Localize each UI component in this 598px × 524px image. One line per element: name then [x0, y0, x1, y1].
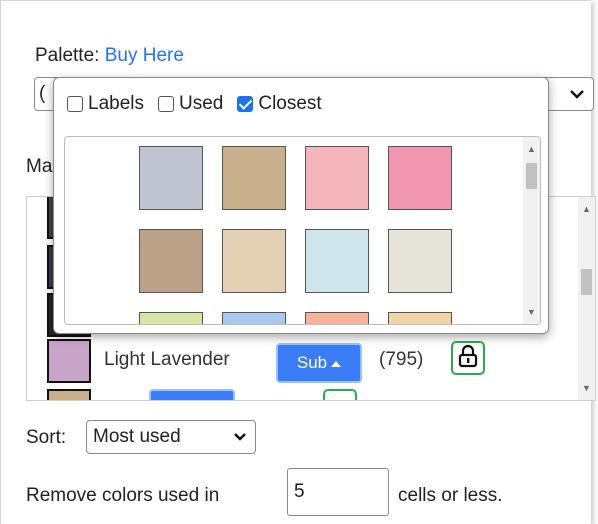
- color-swatch[interactable]: [139, 312, 203, 324]
- color-name: Light Lavender: [104, 349, 230, 370]
- color-swatch[interactable]: [139, 229, 203, 293]
- remove-threshold-input[interactable]: 5: [287, 468, 389, 516]
- palette-header: Palette: Buy Here: [35, 45, 184, 67]
- color-picker-popup: Labels Used Closest ▲ ▼: [53, 77, 549, 334]
- sort-label: Sort:: [26, 427, 67, 448]
- color-swatch: [47, 389, 91, 400]
- used-checkbox[interactable]: Used: [158, 93, 223, 115]
- substitute-button[interactable]: Sub: [276, 343, 362, 383]
- checkbox-box[interactable]: [158, 96, 174, 112]
- color-swatch: [47, 339, 91, 383]
- scroll-thumb[interactable]: [526, 163, 537, 189]
- palette-panel: Palette: Buy Here ( Ma Light Lavender Su…: [0, 0, 596, 524]
- color-swatch[interactable]: [222, 229, 286, 293]
- swatch-grid: ▲ ▼: [64, 136, 541, 325]
- color-swatch[interactable]: [139, 146, 203, 210]
- sort-select-value: Most used: [93, 426, 181, 447]
- palette-select-value: (: [39, 83, 46, 104]
- substitute-button[interactable]: [149, 389, 235, 400]
- scroll-down-arrow[interactable]: ▼: [578, 380, 595, 396]
- scroll-down-arrow[interactable]: ▼: [523, 304, 540, 320]
- used-list-scrollbar[interactable]: ▲ ▼: [578, 197, 595, 400]
- lock-button[interactable]: [323, 389, 357, 400]
- color-swatch[interactable]: [305, 146, 369, 210]
- lock-button[interactable]: [451, 341, 485, 375]
- chevron-down-icon: [569, 78, 585, 122]
- checkbox-box[interactable]: [237, 96, 254, 112]
- remove-colors-suffix: cells or less.: [398, 485, 503, 506]
- mapping-label: Ma: [26, 156, 53, 177]
- color-swatch[interactable]: [222, 146, 286, 210]
- sort-select[interactable]: Most used: [86, 420, 256, 454]
- chevron-down-icon: [233, 421, 247, 464]
- closest-checkbox[interactable]: Closest: [237, 93, 322, 115]
- usage-count: (795): [379, 349, 424, 370]
- palette-label: Palette:: [35, 45, 100, 66]
- popup-options: Labels Used Closest: [67, 93, 336, 115]
- checkbox-label: Labels: [88, 93, 144, 114]
- list-item[interactable]: Light Lavender Sub (795): [27, 337, 567, 387]
- checkbox-box[interactable]: [67, 96, 83, 112]
- caret-up-icon: [331, 353, 342, 373]
- scroll-up-arrow[interactable]: ▲: [523, 141, 540, 157]
- color-swatch[interactable]: [305, 312, 369, 324]
- remove-colors-label: Remove colors used in: [26, 485, 220, 506]
- color-swatch[interactable]: [388, 312, 452, 324]
- swatch-grid-scrollbar[interactable]: ▲ ▼: [523, 137, 540, 324]
- lock-icon: [458, 344, 478, 373]
- scroll-up-arrow[interactable]: ▲: [578, 201, 595, 217]
- checkbox-label: Closest: [258, 93, 322, 114]
- buy-here-link[interactable]: Buy Here: [105, 45, 184, 66]
- color-swatch[interactable]: [388, 229, 452, 293]
- list-item[interactable]: [27, 389, 567, 400]
- checkbox-label: Used: [179, 93, 224, 114]
- color-swatch[interactable]: [388, 146, 452, 210]
- labels-checkbox[interactable]: Labels: [67, 93, 144, 115]
- color-swatch[interactable]: [305, 229, 369, 293]
- color-swatch[interactable]: [222, 312, 286, 324]
- substitute-button-label: Sub: [296, 353, 328, 372]
- scroll-thumb[interactable]: [581, 269, 592, 295]
